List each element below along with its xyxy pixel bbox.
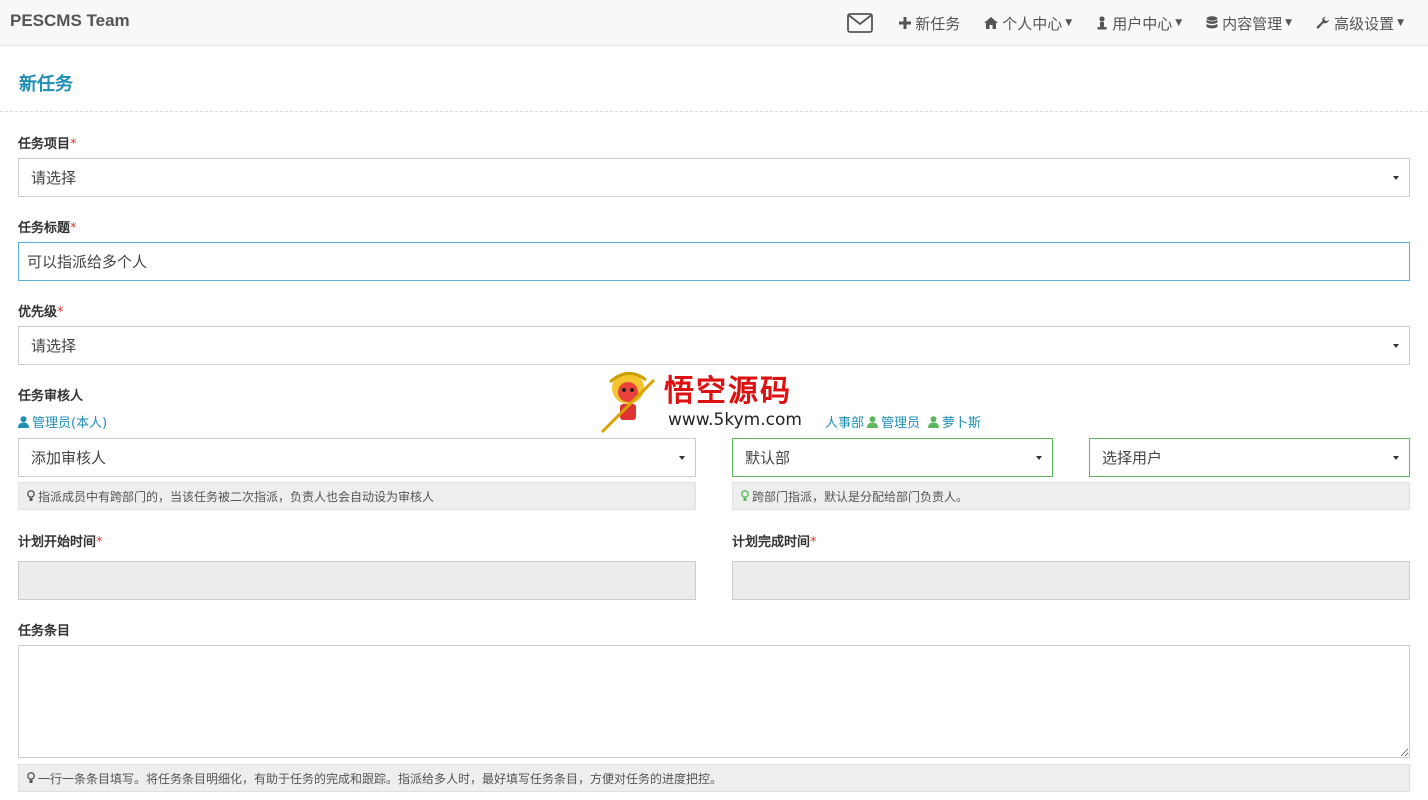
add-reviewer-select-value: 添加审核人	[31, 449, 107, 467]
reviewer-label: 任务审核人	[18, 389, 84, 404]
mail-button[interactable]	[847, 0, 887, 46]
header-divider	[0, 111, 1428, 112]
caret-down-icon: ▼	[1397, 18, 1404, 28]
task-items-hint: 一行一条条目填写。将任务条目明细化，有助于任务的完成和跟踪。指派给多人时，最好填…	[18, 764, 1410, 792]
user-icon	[867, 415, 878, 428]
end-time-label-text: 计划完成时间	[732, 535, 811, 550]
start-time-label-text: 计划开始时间	[18, 535, 97, 550]
lightbulb-icon	[27, 490, 35, 502]
department-select-value: 默认部	[745, 449, 791, 467]
required-mark: *	[57, 305, 64, 320]
assign-selected-user[interactable]: 萝卜斯	[928, 412, 981, 431]
nav-advanced-settings-label: 高级设置	[1334, 14, 1395, 33]
nav-personal-center-label: 个人中心	[1002, 14, 1063, 33]
project-label: 任务项目*	[18, 133, 77, 152]
lightbulb-icon	[741, 490, 749, 502]
user-select-value: 选择用户	[1102, 449, 1163, 467]
watermark-url: www.5kym.com	[668, 410, 802, 430]
required-mark: *	[70, 137, 77, 152]
project-select[interactable]: 请选择	[18, 158, 1410, 197]
nav-new-task[interactable]: 新任务	[887, 0, 972, 46]
page-title: 新任务	[19, 74, 73, 95]
dropdown-arrow-icon	[679, 456, 685, 460]
nav-menu: 新任务 个人中心 ▼ 用户中心 ▼ 内容管理 ▼ 高级设置 ▼	[847, 0, 1416, 46]
priority-label: 优先级*	[18, 301, 64, 320]
priority-select[interactable]: 请选择	[18, 326, 1410, 365]
start-time-label: 计划开始时间*	[18, 531, 103, 550]
nav-user-center[interactable]: 用户中心 ▼	[1084, 0, 1194, 46]
add-reviewer-select[interactable]: 添加审核人	[18, 438, 696, 477]
end-time-label: 计划完成时间*	[732, 531, 817, 550]
caret-down-icon: ▼	[1175, 18, 1183, 28]
assign-selected-user-label: 管理员	[881, 416, 921, 431]
database-icon	[1206, 16, 1218, 30]
task-title-value: 可以指派给多个人	[27, 253, 148, 271]
lightbulb-icon	[27, 772, 35, 784]
priority-select-value: 请选择	[31, 337, 77, 355]
task-items-textarea[interactable]	[18, 645, 1410, 758]
nav-personal-center[interactable]: 个人中心 ▼	[972, 0, 1084, 46]
nav-content-management[interactable]: 内容管理 ▼	[1194, 0, 1304, 46]
user-icon	[928, 415, 939, 428]
dropdown-arrow-icon	[1393, 456, 1399, 460]
nav-advanced-settings[interactable]: 高级设置 ▼	[1304, 0, 1416, 46]
title-label: 任务标题*	[18, 217, 77, 236]
start-time-input[interactable]	[18, 561, 696, 600]
plus-icon	[899, 17, 912, 29]
monkey-king-logo-icon	[600, 372, 656, 434]
top-navbar: PESCMS Team 新任务 个人中心 ▼ 用户中心 ▼ 内容管理 ▼ 高级设…	[0, 0, 1428, 46]
caret-down-icon: ▼	[1285, 18, 1293, 28]
nav-new-task-label: 新任务	[915, 14, 961, 33]
watermark: 悟空源码 www.5kym.com	[598, 364, 838, 436]
reviewer-hint-text: 指派成员中有跨部门的，当该任务被二次指派，负责人也会自动设为审核人	[38, 489, 435, 504]
envelope-icon	[847, 13, 874, 33]
caret-down-icon: ▼	[1065, 18, 1073, 28]
user-icon	[18, 415, 29, 428]
task-title-input[interactable]: 可以指派给多个人	[18, 242, 1410, 281]
nav-user-center-label: 用户中心	[1112, 14, 1173, 33]
required-mark: *	[96, 535, 103, 550]
task-items-label: 任务条目	[18, 624, 71, 639]
assign-hint-text: 跨部门指派，默认是分配给部门负责人。	[752, 489, 969, 504]
reviewer-hint: 指派成员中有跨部门的，当该任务被二次指派，负责人也会自动设为审核人	[18, 482, 696, 510]
dropdown-arrow-icon	[1393, 344, 1399, 348]
task-items-hint-text: 一行一条条目填写。将任务条目明细化，有助于任务的完成和跟踪。指派给多人时，最好填…	[38, 771, 723, 786]
dropdown-arrow-icon	[1036, 456, 1042, 460]
priority-label-text: 优先级	[18, 305, 58, 320]
home-icon	[984, 17, 999, 29]
assign-hint: 跨部门指派，默认是分配给部门负责人。	[732, 482, 1410, 510]
user-icon	[1096, 16, 1108, 30]
required-mark: *	[810, 535, 817, 550]
required-mark: *	[70, 221, 77, 236]
wrench-icon	[1316, 16, 1330, 30]
reviewer-selected-user[interactable]: 管理员(本人)	[18, 412, 107, 431]
project-label-text: 任务项目	[18, 137, 71, 152]
end-time-input[interactable]	[732, 561, 1410, 600]
assign-selected-user[interactable]: 管理员	[867, 412, 920, 431]
assign-selected-user-label: 萝卜斯	[942, 416, 982, 431]
brand-logo[interactable]: PESCMS Team	[10, 11, 130, 31]
watermark-title: 悟空源码	[664, 374, 792, 409]
department-select[interactable]: 默认部	[732, 438, 1053, 477]
reviewer-selected-user-label: 管理员(本人)	[32, 416, 108, 431]
title-label-text: 任务标题	[18, 221, 71, 236]
user-select[interactable]: 选择用户	[1089, 438, 1410, 477]
dropdown-arrow-icon	[1393, 176, 1399, 180]
nav-content-management-label: 内容管理	[1222, 14, 1283, 33]
project-select-value: 请选择	[31, 169, 77, 187]
